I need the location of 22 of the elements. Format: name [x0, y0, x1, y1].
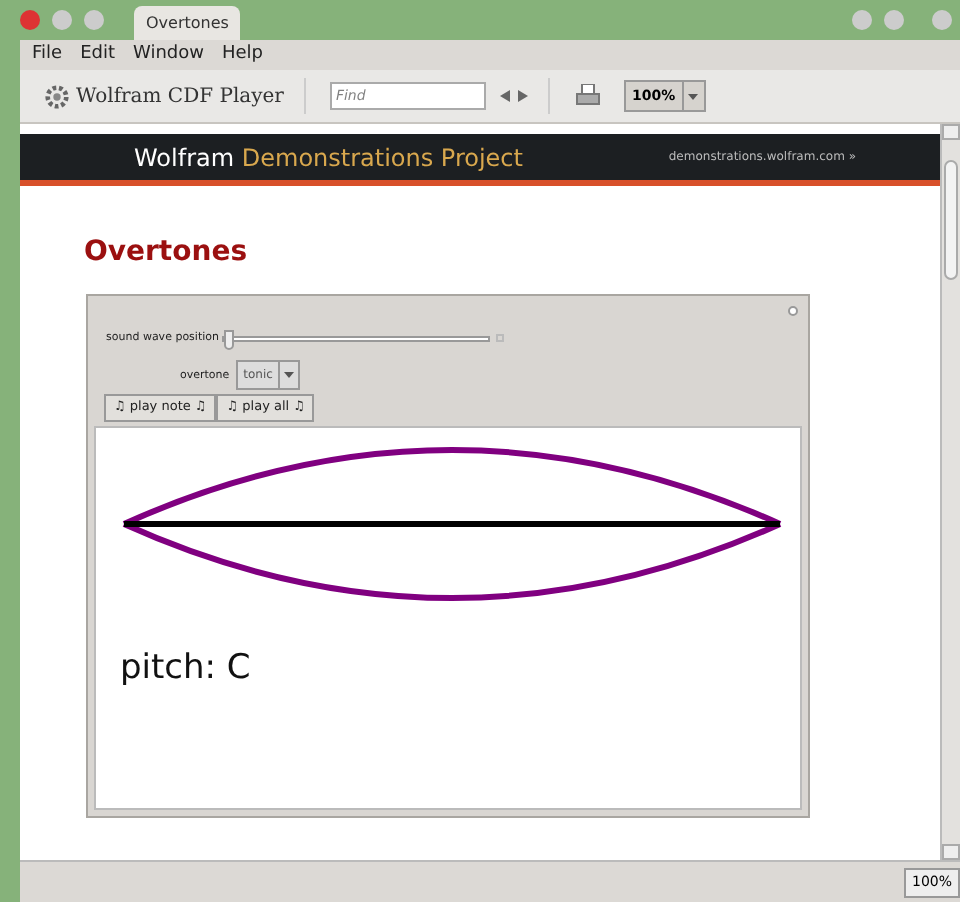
menu-item[interactable]: File	[32, 41, 63, 69]
previous-icon[interactable]	[499, 90, 510, 102]
close-icon[interactable]	[20, 10, 40, 30]
options-icon[interactable]	[788, 306, 798, 316]
gear-icon	[44, 83, 70, 109]
print-icon[interactable]	[575, 84, 600, 108]
scrollbar-thumb[interactable]	[944, 160, 958, 280]
caret-icon	[284, 372, 295, 379]
banner-title: Wolfram Demonstrations Project	[134, 141, 523, 175]
caret-icon	[688, 93, 699, 99]
scroll-up-button[interactable]	[942, 124, 960, 140]
expand-icon[interactable]	[496, 334, 505, 343]
app-name: Wolfram CDF Player	[76, 83, 284, 111]
menu-item[interactable]: Window	[133, 41, 204, 69]
pitch-label: pitch: C	[120, 646, 253, 693]
slider-thumb[interactable]	[224, 329, 235, 350]
window-tab[interactable]: Overtones	[134, 6, 241, 40]
menu-item[interactable]: Help	[222, 41, 264, 69]
page-title: Overtones	[84, 234, 250, 272]
next-icon[interactable]	[517, 90, 528, 102]
menu-item[interactable]: Edit	[80, 41, 115, 69]
scroll-down-button[interactable]	[942, 844, 960, 860]
